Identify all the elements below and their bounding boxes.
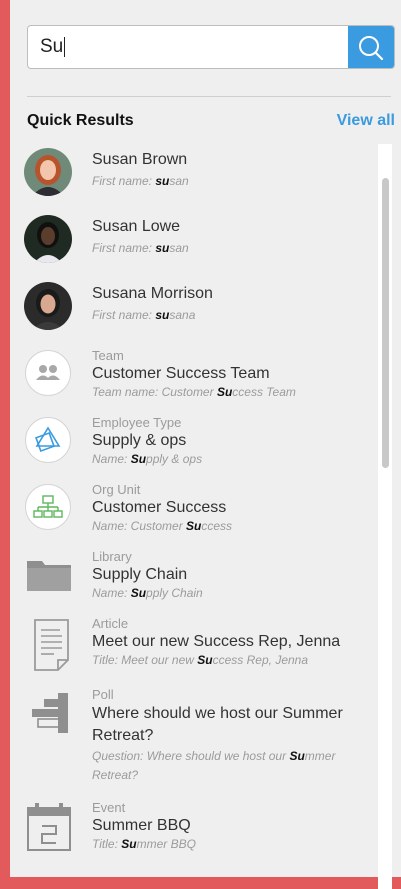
result-item-article[interactable]: Article Meet our new Success Rep, Jenna … <box>24 616 369 672</box>
avatar-icon <box>24 215 72 263</box>
view-all-link[interactable]: View all <box>337 112 395 130</box>
result-text: Susan Lowe First name: susan <box>92 217 369 256</box>
result-name: Customer Success Team <box>92 365 270 382</box>
result-name: Susan Brown <box>92 151 188 168</box>
result-name: Customer Success <box>92 499 227 516</box>
result-type: Employee Type <box>92 415 182 430</box>
result-text: Susana Morrison First name: susana <box>92 284 369 323</box>
result-text: Employee Type Supply & ops Name: Supply … <box>92 415 369 467</box>
search-box[interactable]: Su <box>27 25 395 69</box>
result-type: Event <box>92 800 126 815</box>
search-input-value: Su <box>40 36 64 57</box>
result-match-detail: First name: susan <box>92 174 189 188</box>
result-match-detail: First name: susan <box>92 241 189 255</box>
result-name: Supply & ops <box>92 432 187 449</box>
scrollbar-thumb[interactable] <box>382 178 389 468</box>
avatar-icon <box>24 282 72 330</box>
result-match-detail: Question: Where should we host our Summe… <box>92 749 336 782</box>
result-text: Org Unit Customer Success Name: Customer… <box>92 482 369 534</box>
search-panel: Su Quick Results View all Susan Brown Fi… <box>10 0 401 889</box>
result-match-detail: Name: Supply Chain <box>92 586 203 600</box>
result-name: Susan Lowe <box>92 218 181 235</box>
result-item-susana-morrison[interactable]: Susana Morrison First name: susana <box>24 282 369 332</box>
result-item-org-unit[interactable]: Org Unit Customer Success Name: Customer… <box>24 482 369 538</box>
result-item-susan-lowe[interactable]: Susan Lowe First name: susan <box>24 215 369 265</box>
article-icon <box>32 618 82 671</box>
result-name: Where should we host our Summer Retreat? <box>92 705 343 744</box>
calendar-icon <box>24 802 74 852</box>
result-item-team[interactable]: Team Customer Success Team Team name: Cu… <box>24 348 369 404</box>
search-button[interactable] <box>348 26 394 68</box>
result-name: Susana Morrison <box>92 285 213 302</box>
result-match-detail: Title: Meet our new Success Rep, Jenna <box>92 653 309 667</box>
result-name: Meet our new Success Rep, Jenna <box>92 633 341 650</box>
result-type: Team <box>92 348 124 363</box>
folder-icon <box>24 555 74 605</box>
result-text: Team Customer Success Team Team name: Cu… <box>92 348 369 400</box>
result-item-library[interactable]: Library Supply Chain Name: Supply Chain <box>24 549 369 605</box>
search-input[interactable]: Su <box>40 36 66 58</box>
avatar-icon <box>24 148 72 196</box>
result-type: Poll <box>92 687 114 702</box>
divider <box>27 96 391 97</box>
employee-type-icon <box>25 417 71 463</box>
result-text: Event Summer BBQ Title: Summer BBQ <box>92 800 369 852</box>
result-match-detail: Team name: Customer Success Team <box>92 385 296 399</box>
team-icon <box>25 350 71 396</box>
result-text: Susan Brown First name: susan <box>92 150 369 189</box>
result-name: Summer BBQ <box>92 817 191 834</box>
result-type: Org Unit <box>92 482 141 497</box>
result-match-detail: First name: susana <box>92 308 196 322</box>
result-item-susan-brown[interactable]: Susan Brown First name: susan <box>24 148 369 198</box>
result-match-detail: Name: Customer Success <box>92 519 233 533</box>
search-icon <box>359 36 384 61</box>
result-item-poll[interactable]: Poll Where should we host our Summer Ret… <box>24 687 369 783</box>
poll-icon <box>24 691 74 741</box>
result-name: Supply Chain <box>92 566 188 583</box>
result-item-employee-type[interactable]: Employee Type Supply & ops Name: Supply … <box>24 415 369 471</box>
org-chart-icon <box>25 484 71 530</box>
result-item-event[interactable]: Event Summer BBQ Title: Summer BBQ <box>24 800 369 856</box>
result-type: Library <box>92 549 132 564</box>
result-type: Article <box>92 616 129 631</box>
result-text: Poll Where should we host our Summer Ret… <box>92 687 369 785</box>
result-match-detail: Title: Summer BBQ <box>92 837 196 851</box>
result-text: Article Meet our new Success Rep, Jenna … <box>92 616 369 668</box>
text-caret <box>64 36 66 57</box>
quick-results-title: Quick Results <box>27 112 134 129</box>
result-text: Library Supply Chain Name: Supply Chain <box>92 549 369 601</box>
result-match-detail: Name: Supply & ops <box>92 452 203 466</box>
